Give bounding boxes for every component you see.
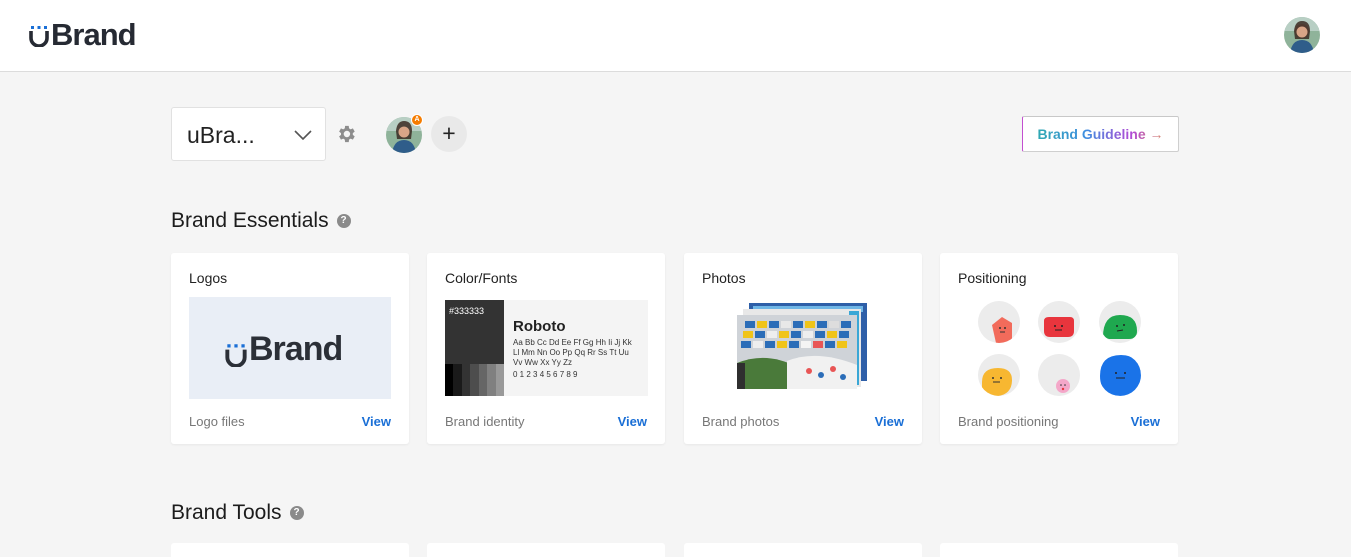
positioning-blob-green xyxy=(1099,301,1141,343)
font-name: Roboto xyxy=(513,318,566,335)
font-sample-line: 0 1 2 3 4 5 6 7 8 9 xyxy=(513,370,578,379)
app-logo[interactable]: Brand xyxy=(28,16,137,54)
card-caption: Brand positioning xyxy=(958,414,1059,429)
color-swatch: #333333 xyxy=(445,300,504,364)
color-hex: #333333 xyxy=(449,306,485,316)
section-title-text: Brand Tools xyxy=(171,501,282,524)
section-title-text: Brand Essentials xyxy=(171,209,329,232)
add-member-button[interactable]: + xyxy=(431,116,467,152)
card-title: Logos xyxy=(189,270,228,286)
help-icon[interactable]: ? xyxy=(336,214,351,228)
ubrand-logo-icon xyxy=(224,337,248,368)
font-sample-line: Vv Ww Xx Yy Zz xyxy=(513,358,572,367)
logo-preview: Brand xyxy=(189,297,391,399)
photo-stack-image xyxy=(737,303,869,391)
color-shades xyxy=(445,364,504,396)
brand-guideline-button[interactable]: Brand Guideline → xyxy=(1022,116,1179,152)
positioning-blob-yellow xyxy=(978,354,1020,396)
user-avatar[interactable] xyxy=(1284,17,1320,53)
font-sample-line: Ll Mm Nn Oo Pp Qq Rr Ss Tt Uu xyxy=(513,348,629,357)
view-link[interactable]: View xyxy=(362,414,391,429)
card-caption: Brand identity xyxy=(445,414,525,429)
card-caption: Brand photos xyxy=(702,414,780,429)
section-title-brand-essentials: Brand Essentials ? xyxy=(171,209,351,233)
top-bar: Brand xyxy=(0,0,1351,72)
app-logo-text: Brand xyxy=(51,17,137,52)
section-title-brand-tools: Brand Tools ? xyxy=(171,501,304,525)
font-sample-line: Aa Bb Cc Dd Ee Ff Gg Hh Ii Jj Kk xyxy=(513,338,632,347)
card-title: Positioning xyxy=(958,270,1027,286)
positioning-blob-red xyxy=(1038,301,1080,343)
view-link[interactable]: View xyxy=(1131,414,1160,429)
logo-preview-text: Brand xyxy=(249,330,343,368)
gear-icon[interactable] xyxy=(335,123,357,145)
tool-card[interactable] xyxy=(171,543,409,557)
help-icon[interactable]: ? xyxy=(289,506,304,520)
card-title: Photos xyxy=(702,270,746,286)
workspace-selector[interactable]: uBra... xyxy=(171,107,326,161)
card-logos[interactable]: Logos Brand Logo files View xyxy=(171,253,409,444)
view-link[interactable]: View xyxy=(875,414,904,429)
admin-badge: A xyxy=(411,114,423,126)
tool-card[interactable] xyxy=(940,543,1178,557)
card-caption: Logo files xyxy=(189,414,245,429)
color-font-preview: #333333 Roboto Aa Bb Cc Dd Ee Ff Gg Hh I… xyxy=(445,300,648,396)
chevron-down-icon xyxy=(294,128,312,146)
card-positioning[interactable]: Positioning Brand positioning View xyxy=(940,253,1178,444)
ubrand-logo-icon xyxy=(28,23,50,47)
brand-guideline-label: Brand Guideline → xyxy=(1023,117,1178,151)
tool-card[interactable] xyxy=(684,543,922,557)
card-title: Color/Fonts xyxy=(445,270,518,286)
view-link[interactable]: View xyxy=(618,414,647,429)
positioning-blob-pink xyxy=(1038,354,1080,396)
positioning-blob-blue xyxy=(1099,354,1141,396)
card-photos[interactable]: Photos Brand photos View xyxy=(684,253,922,444)
workspace-selected-value: uBra... xyxy=(187,122,255,148)
positioning-blob-red-orange xyxy=(978,301,1020,343)
card-color-fonts[interactable]: Color/Fonts #333333 Roboto Aa Bb Cc Dd E… xyxy=(427,253,665,444)
tool-card[interactable] xyxy=(427,543,665,557)
